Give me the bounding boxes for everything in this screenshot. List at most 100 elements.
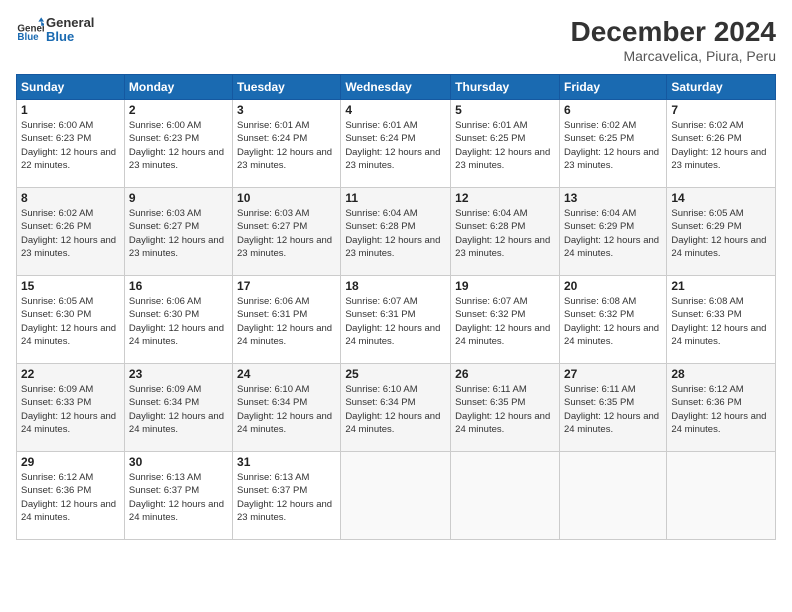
day-number: 21 xyxy=(671,279,771,293)
day-number: 28 xyxy=(671,367,771,381)
table-row: 12 Sunrise: 6:04 AMSunset: 6:28 PMDaylig… xyxy=(451,188,560,276)
day-number: 24 xyxy=(237,367,336,381)
table-row: 11 Sunrise: 6:04 AMSunset: 6:28 PMDaylig… xyxy=(341,188,451,276)
day-number: 12 xyxy=(455,191,555,205)
day-info: Sunrise: 6:00 AMSunset: 6:23 PMDaylight:… xyxy=(21,120,116,171)
day-number: 29 xyxy=(21,455,120,469)
day-number: 7 xyxy=(671,103,771,117)
day-number: 10 xyxy=(237,191,336,205)
day-number: 25 xyxy=(345,367,446,381)
col-friday: Friday xyxy=(559,75,666,100)
col-tuesday: Tuesday xyxy=(233,75,341,100)
day-number: 23 xyxy=(129,367,228,381)
day-number: 18 xyxy=(345,279,446,293)
day-number: 26 xyxy=(455,367,555,381)
table-row: 18 Sunrise: 6:07 AMSunset: 6:31 PMDaylig… xyxy=(341,276,451,364)
table-row: 15 Sunrise: 6:05 AMSunset: 6:30 PMDaylig… xyxy=(17,276,125,364)
day-info: Sunrise: 6:10 AMSunset: 6:34 PMDaylight:… xyxy=(237,384,332,435)
calendar-row: 8 Sunrise: 6:02 AMSunset: 6:26 PMDayligh… xyxy=(17,188,776,276)
table-row: 24 Sunrise: 6:10 AMSunset: 6:34 PMDaylig… xyxy=(233,364,341,452)
day-info: Sunrise: 6:07 AMSunset: 6:31 PMDaylight:… xyxy=(345,296,440,347)
day-number: 14 xyxy=(671,191,771,205)
day-number: 19 xyxy=(455,279,555,293)
table-row: 26 Sunrise: 6:11 AMSunset: 6:35 PMDaylig… xyxy=(451,364,560,452)
table-row: 7 Sunrise: 6:02 AMSunset: 6:26 PMDayligh… xyxy=(667,100,776,188)
calendar-row: 22 Sunrise: 6:09 AMSunset: 6:33 PMDaylig… xyxy=(17,364,776,452)
table-row: 16 Sunrise: 6:06 AMSunset: 6:30 PMDaylig… xyxy=(124,276,232,364)
day-number: 16 xyxy=(129,279,228,293)
table-row: 1 Sunrise: 6:00 AMSunset: 6:23 PMDayligh… xyxy=(17,100,125,188)
calendar-row: 29 Sunrise: 6:12 AMSunset: 6:36 PMDaylig… xyxy=(17,452,776,540)
table-row: 8 Sunrise: 6:02 AMSunset: 6:26 PMDayligh… xyxy=(17,188,125,276)
table-row xyxy=(559,452,666,540)
day-info: Sunrise: 6:12 AMSunset: 6:36 PMDaylight:… xyxy=(21,472,116,523)
table-row xyxy=(667,452,776,540)
day-number: 6 xyxy=(564,103,662,117)
col-saturday: Saturday xyxy=(667,75,776,100)
table-row: 28 Sunrise: 6:12 AMSunset: 6:36 PMDaylig… xyxy=(667,364,776,452)
month-title: December 2024 xyxy=(571,16,776,48)
day-info: Sunrise: 6:02 AMSunset: 6:26 PMDaylight:… xyxy=(21,208,116,259)
table-row: 19 Sunrise: 6:07 AMSunset: 6:32 PMDaylig… xyxy=(451,276,560,364)
day-info: Sunrise: 6:10 AMSunset: 6:34 PMDaylight:… xyxy=(345,384,440,435)
day-info: Sunrise: 6:04 AMSunset: 6:28 PMDaylight:… xyxy=(345,208,440,259)
col-wednesday: Wednesday xyxy=(341,75,451,100)
day-info: Sunrise: 6:09 AMSunset: 6:33 PMDaylight:… xyxy=(21,384,116,435)
day-info: Sunrise: 6:03 AMSunset: 6:27 PMDaylight:… xyxy=(129,208,224,259)
day-number: 9 xyxy=(129,191,228,205)
col-monday: Monday xyxy=(124,75,232,100)
table-row: 23 Sunrise: 6:09 AMSunset: 6:34 PMDaylig… xyxy=(124,364,232,452)
day-info: Sunrise: 6:02 AMSunset: 6:26 PMDaylight:… xyxy=(671,120,766,171)
day-info: Sunrise: 6:04 AMSunset: 6:28 PMDaylight:… xyxy=(455,208,550,259)
calendar-header-row: Sunday Monday Tuesday Wednesday Thursday… xyxy=(17,75,776,100)
col-sunday: Sunday xyxy=(17,75,125,100)
table-row: 4 Sunrise: 6:01 AMSunset: 6:24 PMDayligh… xyxy=(341,100,451,188)
day-info: Sunrise: 6:05 AMSunset: 6:30 PMDaylight:… xyxy=(21,296,116,347)
col-thursday: Thursday xyxy=(451,75,560,100)
day-number: 15 xyxy=(21,279,120,293)
day-number: 31 xyxy=(237,455,336,469)
day-info: Sunrise: 6:13 AMSunset: 6:37 PMDaylight:… xyxy=(129,472,224,523)
logo-icon: General Blue xyxy=(16,16,44,44)
table-row: 5 Sunrise: 6:01 AMSunset: 6:25 PMDayligh… xyxy=(451,100,560,188)
table-row: 10 Sunrise: 6:03 AMSunset: 6:27 PMDaylig… xyxy=(233,188,341,276)
day-info: Sunrise: 6:01 AMSunset: 6:25 PMDaylight:… xyxy=(455,120,550,171)
table-row xyxy=(451,452,560,540)
day-info: Sunrise: 6:13 AMSunset: 6:37 PMDaylight:… xyxy=(237,472,332,523)
day-number: 13 xyxy=(564,191,662,205)
table-row: 21 Sunrise: 6:08 AMSunset: 6:33 PMDaylig… xyxy=(667,276,776,364)
day-number: 30 xyxy=(129,455,228,469)
day-info: Sunrise: 6:08 AMSunset: 6:33 PMDaylight:… xyxy=(671,296,766,347)
day-info: Sunrise: 6:01 AMSunset: 6:24 PMDaylight:… xyxy=(237,120,332,171)
day-number: 3 xyxy=(237,103,336,117)
table-row: 3 Sunrise: 6:01 AMSunset: 6:24 PMDayligh… xyxy=(233,100,341,188)
logo: General Blue General Blue xyxy=(16,16,94,45)
day-info: Sunrise: 6:11 AMSunset: 6:35 PMDaylight:… xyxy=(455,384,550,435)
day-info: Sunrise: 6:11 AMSunset: 6:35 PMDaylight:… xyxy=(564,384,659,435)
day-number: 27 xyxy=(564,367,662,381)
day-info: Sunrise: 6:07 AMSunset: 6:32 PMDaylight:… xyxy=(455,296,550,347)
day-number: 5 xyxy=(455,103,555,117)
day-number: 20 xyxy=(564,279,662,293)
day-info: Sunrise: 6:06 AMSunset: 6:30 PMDaylight:… xyxy=(129,296,224,347)
table-row: 22 Sunrise: 6:09 AMSunset: 6:33 PMDaylig… xyxy=(17,364,125,452)
day-info: Sunrise: 6:04 AMSunset: 6:29 PMDaylight:… xyxy=(564,208,659,259)
logo-general: General xyxy=(46,16,94,30)
logo-blue: Blue xyxy=(46,30,94,44)
day-info: Sunrise: 6:09 AMSunset: 6:34 PMDaylight:… xyxy=(129,384,224,435)
day-info: Sunrise: 6:12 AMSunset: 6:36 PMDaylight:… xyxy=(671,384,766,435)
day-info: Sunrise: 6:05 AMSunset: 6:29 PMDaylight:… xyxy=(671,208,766,259)
table-row: 30 Sunrise: 6:13 AMSunset: 6:37 PMDaylig… xyxy=(124,452,232,540)
svg-text:Blue: Blue xyxy=(17,32,39,43)
table-row: 29 Sunrise: 6:12 AMSunset: 6:36 PMDaylig… xyxy=(17,452,125,540)
day-number: 2 xyxy=(129,103,228,117)
header: General Blue General Blue December 2024 … xyxy=(16,16,776,64)
table-row: 25 Sunrise: 6:10 AMSunset: 6:34 PMDaylig… xyxy=(341,364,451,452)
table-row: 27 Sunrise: 6:11 AMSunset: 6:35 PMDaylig… xyxy=(559,364,666,452)
table-row xyxy=(341,452,451,540)
day-number: 8 xyxy=(21,191,120,205)
day-number: 1 xyxy=(21,103,120,117)
day-info: Sunrise: 6:01 AMSunset: 6:24 PMDaylight:… xyxy=(345,120,440,171)
day-info: Sunrise: 6:03 AMSunset: 6:27 PMDaylight:… xyxy=(237,208,332,259)
table-row: 9 Sunrise: 6:03 AMSunset: 6:27 PMDayligh… xyxy=(124,188,232,276)
